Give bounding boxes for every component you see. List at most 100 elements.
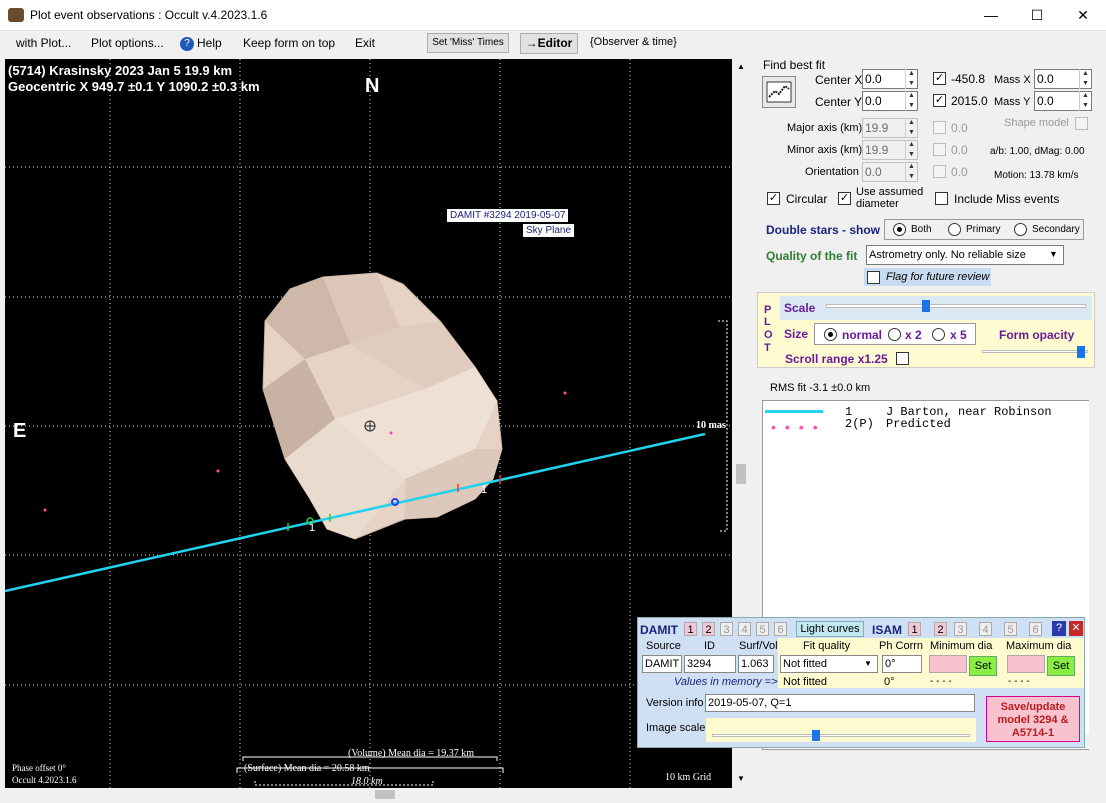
center-y-spinner[interactable]: ▲ ▼ (905, 91, 917, 111)
isam-btn-3[interactable]: 3 (954, 622, 967, 636)
scroll-down-icon[interactable]: ▼ (737, 774, 745, 783)
menu-keep-form[interactable]: Keep form on top (243, 36, 335, 50)
damit-btn-2[interactable]: 2 (702, 622, 715, 636)
flag-review-checkbox[interactable] (867, 271, 880, 284)
both-radio[interactable] (893, 223, 906, 236)
use-assumed-label: Use assumed diameter (856, 186, 924, 210)
orientation-spinner[interactable]: ▲ ▼ (905, 162, 917, 182)
quality-select[interactable]: Astrometry only. No reliable size (866, 245, 1064, 265)
close-icon[interactable]: ✕ (1069, 621, 1083, 636)
menu-help[interactable]: Help (197, 36, 222, 50)
major-spinner[interactable]: ▲ ▼ (905, 118, 917, 138)
scale-bg (780, 296, 1092, 320)
center-y-label: Center Y (815, 95, 863, 109)
secondary-radio[interactable] (1014, 223, 1027, 236)
damit-btn-3[interactable]: 3 (720, 622, 733, 636)
title-bar: Plot event observations : Occult v.4.202… (0, 0, 1106, 31)
opacity-slider-thumb[interactable] (1077, 346, 1086, 358)
y-value: 2015.0 (951, 94, 988, 108)
menu-with-plot[interactable]: with Plot... (16, 36, 71, 50)
plot-horizontal-scrollbar[interactable] (5, 788, 732, 801)
size-x5-radio[interactable] (932, 328, 945, 341)
scale-slider-thumb[interactable] (921, 300, 930, 312)
use-assumed-checkbox[interactable]: ✓ (838, 192, 851, 205)
version-field[interactable]: 2019-05-07, Q=1 (705, 694, 975, 712)
orient-checkbox[interactable] (933, 165, 946, 178)
size-x2-radio[interactable] (888, 328, 901, 341)
ph-corrn-field[interactable]: 0° (882, 655, 922, 673)
isam-btn-1[interactable]: 1 (908, 622, 921, 636)
primary-radio[interactable] (948, 223, 961, 236)
y-value-checkbox[interactable]: ✓ (933, 94, 946, 107)
values-memory-label: Values in memory => (674, 676, 778, 688)
menu-exit[interactable]: Exit (355, 36, 375, 50)
damit-btn-6[interactable]: 6 (774, 622, 787, 636)
isam-btn-5[interactable]: 5 (1004, 622, 1017, 636)
center-x-spinner[interactable]: ▲ ▼ (905, 69, 917, 89)
help-icon[interactable]: ? (1052, 621, 1066, 636)
phase-offset: Phase offset 0° (12, 763, 66, 773)
damit-btn-4[interactable]: 4 (738, 622, 751, 636)
plot-canvas[interactable]: (5714) Krasinsky 2023 Jan 5 19.9 km Geoc… (5, 59, 732, 788)
isam-btn-4[interactable]: 4 (979, 622, 992, 636)
x-value-checkbox[interactable]: ✓ (933, 72, 946, 85)
mem-ph-corrn: 0° (884, 676, 895, 688)
x-value: -450.8 (951, 72, 986, 86)
editor-button[interactable]: →Editor (520, 33, 578, 54)
light-curves-button[interactable]: Light curves (796, 621, 864, 637)
min-dia-field[interactable] (929, 655, 967, 673)
help-icon[interactable]: ? (180, 37, 194, 51)
maximize-button[interactable]: ☐ (1014, 0, 1060, 31)
image-scale-track[interactable] (712, 734, 970, 737)
damit-btn-5[interactable]: 5 (756, 622, 769, 636)
motion: Motion: 13.78 km/s (994, 170, 1079, 181)
major-axis-label: Major axis (km) (787, 122, 863, 134)
legend-vscroll[interactable] (1089, 400, 1103, 750)
chevron-down-icon[interactable]: ▼ (864, 659, 872, 668)
opacity-slider-track[interactable] (982, 350, 1088, 353)
min-dia-set-button[interactable]: Set (969, 656, 997, 676)
mem-min-dia: - - - - (930, 676, 952, 687)
minimize-button[interactable]: — (968, 0, 1014, 31)
damit-btn-1[interactable]: 1 (684, 622, 697, 636)
scroll-range-checkbox[interactable] (896, 352, 909, 365)
find-best-fit-label: Find best fit (763, 58, 826, 72)
isam-btn-2[interactable]: 2 (934, 622, 947, 636)
source-field[interactable]: DAMIT (642, 655, 682, 673)
flag-review-label: Flag for future review (886, 271, 990, 283)
chevron-down-icon[interactable]: ▼ (1049, 249, 1058, 259)
shape-model-checkbox[interactable] (1075, 117, 1088, 130)
menu-plot-options[interactable]: Plot options... (91, 36, 164, 50)
save-update-button[interactable]: Save/update model 3294 & A5714-1 (986, 696, 1080, 742)
mass-x-spinner[interactable]: ▲ ▼ (1079, 69, 1091, 89)
vscroll-thumb[interactable] (736, 464, 746, 484)
circular-checkbox[interactable]: ✓ (767, 192, 780, 205)
size-normal-radio[interactable] (824, 328, 837, 341)
scroll-up-icon[interactable]: ▲ (737, 62, 745, 71)
occult-version: Occult 4.2023.1.6 (12, 775, 77, 785)
max-dia-field[interactable] (1007, 655, 1045, 673)
minor-checkbox[interactable] (933, 143, 946, 156)
scale-label: Scale (784, 301, 816, 315)
best-fit-button[interactable] (762, 76, 796, 108)
chord1-label: 1 (309, 522, 316, 534)
mass-y-spinner[interactable]: ▲ ▼ (1079, 91, 1091, 111)
damit-title: DAMIT (640, 623, 678, 637)
hscroll-thumb[interactable] (375, 790, 395, 799)
image-scale-label: Image scale (646, 722, 706, 734)
close-button[interactable]: ✕ (1060, 0, 1106, 31)
legend-line-1 (765, 410, 823, 413)
quality-label: Quality of the fit (766, 249, 858, 263)
minor-spinner[interactable]: ▲ ▼ (905, 140, 917, 160)
set-miss-times-button[interactable]: Set 'Miss' Times (427, 33, 509, 53)
isam-btn-6[interactable]: 6 (1029, 622, 1042, 636)
image-scale-thumb[interactable] (812, 730, 820, 741)
id-field[interactable]: 3294 (684, 655, 736, 673)
major-checkbox[interactable] (933, 121, 946, 134)
scale-slider-track[interactable] (826, 304, 1086, 308)
max-dia-set-button[interactable]: Set (1047, 656, 1075, 676)
ph-corrn-header: Ph Corrn (879, 640, 924, 652)
include-miss-checkbox[interactable] (935, 192, 948, 205)
include-miss-label: Include Miss events (954, 192, 1060, 206)
surf-field[interactable]: 1.063 (738, 655, 774, 673)
